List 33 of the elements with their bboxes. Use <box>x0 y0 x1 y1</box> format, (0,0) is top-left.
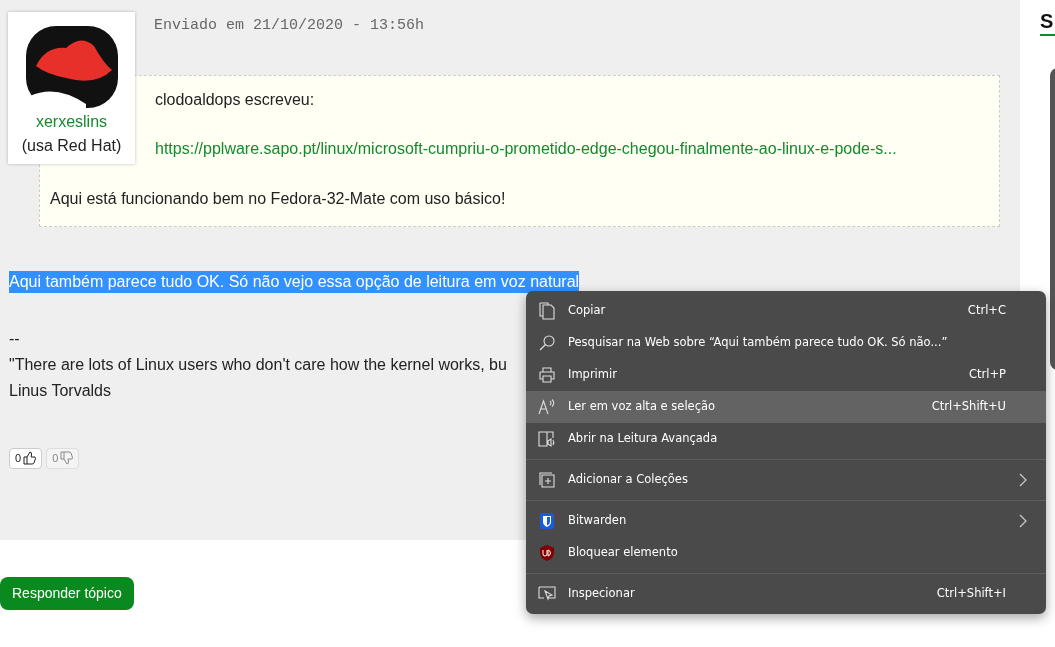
menu-item[interactable]: Inspecionar Ctrl+Shift+I <box>526 578 1046 610</box>
copy-icon <box>538 302 556 320</box>
printer-icon <box>538 366 556 384</box>
signature-line: Linus Torvalds <box>9 381 111 401</box>
inspect-icon <box>538 585 556 603</box>
menu-item[interactable]: Imprimir Ctrl+P <box>526 359 1046 391</box>
author-name-link[interactable]: xerxeslins <box>35 110 108 134</box>
shield-icon <box>538 512 556 530</box>
collections-add-icon <box>538 471 556 489</box>
menu-item[interactable]: Ler em voz alta e seleção Ctrl+Shift+U <box>526 391 1046 423</box>
signature-line: -- <box>9 329 20 349</box>
signature-line: "There are lots of Linux users who don't care how the kernel works, bu <box>9 355 507 375</box>
post-date: Enviado em 21/10/2020 - 13:56h <box>154 16 425 36</box>
quote-author: clodoaldops escreveu: <box>155 90 315 110</box>
menu-item[interactable]: Pesquisar na Web sobre “Aqui também parece tudo OK. Só não...” <box>526 327 1046 359</box>
menu-item[interactable]: Bloquear elemento <box>526 537 1046 569</box>
quote-link[interactable]: https://pplware.sapo.pt/linux/microsoft-cumpriu-o-prometido-edge-chegou-finalmente-ao-linux-e-pode-s... <box>155 139 897 159</box>
menu-item[interactable]: Adicionar a Coleções <box>526 464 1046 496</box>
sidebar-heading: S <box>1040 8 1055 36</box>
vote-up-button[interactable]: 0 <box>9 448 43 469</box>
selected-text: Aqui também parece tudo OK. Só não vejo essa opção de leitura em voz natural <box>9 271 580 293</box>
thumbs-down-icon <box>60 451 74 466</box>
menu-item[interactable]: Abrir na Leitura Avançada <box>526 423 1046 455</box>
menu-item[interactable]: Copiar Ctrl+C <box>526 295 1046 327</box>
quote-text: Aqui está funcionando bem no Fedora-32-Mate com uso básico! <box>50 189 506 209</box>
thumbs-up-icon <box>23 451 37 466</box>
menu-item[interactable]: Bitwarden <box>526 505 1046 537</box>
author-distro: (usa Red Hat) <box>21 136 122 156</box>
search-icon <box>538 334 556 352</box>
book-speaker-icon <box>538 430 556 448</box>
shield-icon <box>538 544 556 562</box>
read-aloud-icon <box>538 398 556 416</box>
reply-button[interactable]: Responder tópico <box>0 577 134 610</box>
